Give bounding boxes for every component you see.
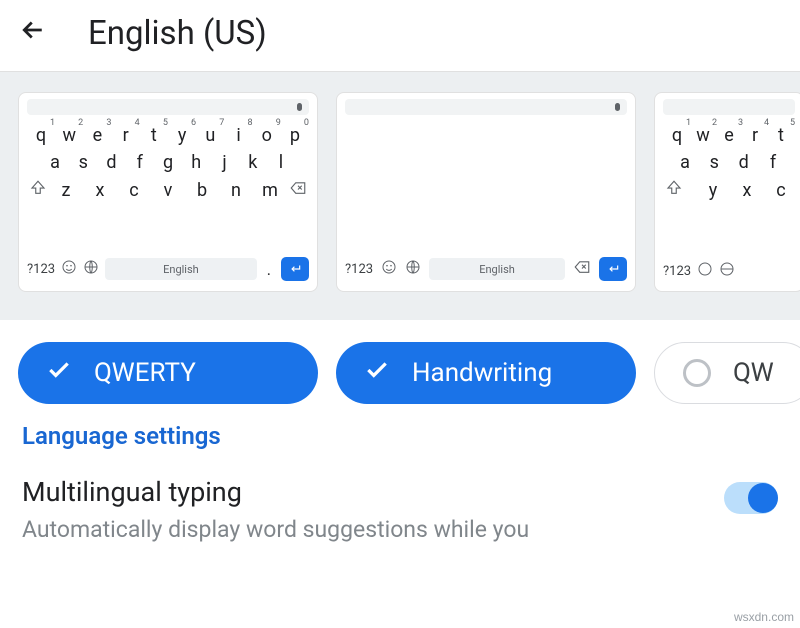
enter-key: [599, 257, 627, 281]
symbols-key: ?123: [345, 262, 373, 277]
key: k: [241, 152, 265, 173]
key: w2: [57, 125, 81, 146]
globe-icon: [83, 259, 99, 279]
check-icon: [46, 357, 72, 390]
key: q1: [665, 125, 689, 146]
key: m: [258, 180, 282, 201]
key: v: [156, 180, 180, 201]
key: i8: [227, 125, 251, 146]
toggle-thumb: [748, 483, 778, 513]
key: d: [100, 152, 124, 173]
key: e3: [717, 125, 741, 146]
enter-key: [281, 257, 309, 281]
key: u7: [198, 125, 222, 146]
key: c: [122, 180, 146, 201]
suggestion-strip: [27, 99, 309, 115]
chip-label: Handwriting: [412, 358, 552, 388]
key: z: [54, 180, 78, 201]
key: q1: [29, 125, 53, 146]
key: g: [156, 152, 180, 173]
key: s: [71, 152, 95, 173]
chip-third[interactable]: QW: [654, 342, 800, 404]
watermark: wsxdn.com: [734, 610, 794, 624]
chip-qwerty[interactable]: QWERTY: [18, 342, 318, 404]
suggestion-strip: [345, 99, 627, 115]
key: y: [701, 180, 725, 201]
key: o9: [255, 125, 279, 146]
key: f: [761, 152, 785, 173]
spacebar: English: [105, 258, 257, 280]
chip-handwriting[interactable]: Handwriting: [336, 342, 636, 404]
key: a: [673, 152, 697, 173]
emoji-icon: [381, 259, 397, 279]
key: n: [224, 180, 248, 201]
key: e3: [85, 125, 109, 146]
key: w2: [691, 125, 715, 146]
toggle-multilingual[interactable]: [724, 482, 778, 514]
section-title-language-settings: Language settings: [22, 422, 778, 450]
page-title: English (US): [88, 14, 267, 53]
emoji-icon: [697, 261, 713, 281]
key: j: [213, 152, 237, 173]
radio-unchecked-icon: [683, 359, 711, 387]
key: b: [190, 180, 214, 201]
backspace-icon: [289, 179, 307, 201]
globe-icon: [719, 261, 735, 281]
shift-icon: [29, 179, 47, 201]
chip-label: QW: [733, 358, 774, 388]
keyboard-preview-qwerty: q1w2e3r4t5y6u7i8o9p0 asdfghjkl zxcvbnm ?…: [18, 92, 318, 292]
key: p0: [283, 125, 307, 146]
key: d: [732, 152, 756, 173]
layout-card-handwriting[interactable]: ?123 English: [336, 92, 636, 292]
keyboard-preview-handwriting: ?123 English: [336, 92, 636, 292]
layout-card-qwerty[interactable]: q1w2e3r4t5y6u7i8o9p0 asdfghjkl zxcvbnm ?…: [18, 92, 318, 292]
symbols-key: ?123: [27, 262, 55, 277]
key: t5: [769, 125, 793, 146]
suggestion-strip: [663, 99, 795, 115]
backspace-icon: [573, 258, 591, 280]
key: t5: [142, 125, 166, 146]
globe-icon: [405, 259, 421, 279]
layout-card-third[interactable]: q1w2e3r4t5 asdf yxc ?123: [654, 92, 800, 292]
key: c: [769, 180, 793, 201]
handwriting-area: [345, 125, 627, 257]
setting-description: Automatically display word suggestions w…: [22, 516, 529, 543]
back-button[interactable]: [18, 15, 48, 53]
mic-icon: [295, 101, 303, 113]
key: y6: [170, 125, 194, 146]
shift-icon: [665, 179, 683, 201]
key: x: [88, 180, 112, 201]
keyboard-preview-third: q1w2e3r4t5 asdf yxc ?123: [654, 92, 800, 292]
emoji-icon: [61, 259, 77, 279]
key: f: [128, 152, 152, 173]
check-icon: [364, 357, 390, 390]
key: r4: [114, 125, 138, 146]
key: x: [735, 180, 759, 201]
symbols-key: ?123: [663, 264, 691, 279]
chip-label: QWERTY: [94, 358, 196, 388]
key: r4: [743, 125, 767, 146]
spacebar: English: [429, 258, 565, 280]
key: s: [702, 152, 726, 173]
key: l: [269, 152, 293, 173]
setting-multilingual-typing[interactable]: Multilingual typing Automatically displa…: [22, 476, 778, 543]
setting-label: Multilingual typing: [22, 476, 529, 508]
key: a: [43, 152, 67, 173]
layout-carousel[interactable]: q1w2e3r4t5y6u7i8o9p0 asdfghjkl zxcvbnm ?…: [0, 72, 800, 320]
period-key: .: [263, 260, 275, 279]
key: h: [184, 152, 208, 173]
mic-icon: [613, 101, 621, 113]
